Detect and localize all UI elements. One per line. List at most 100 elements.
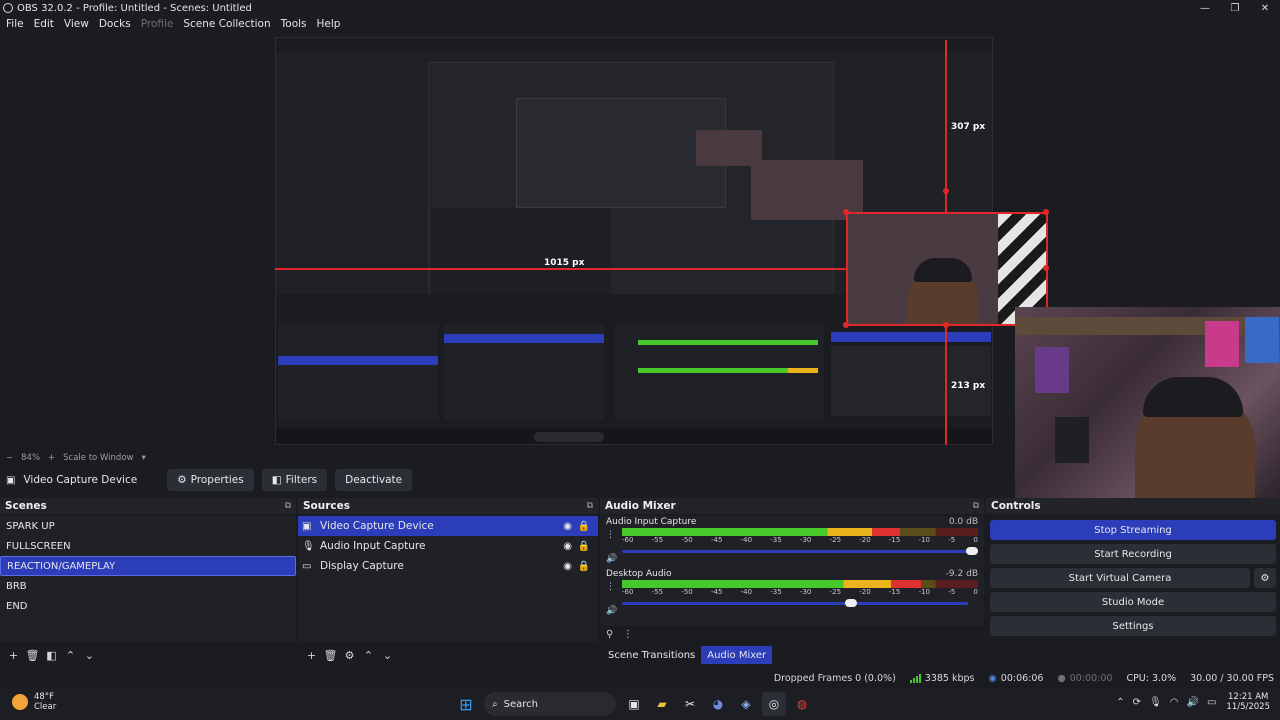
dock-undock-icon[interactable]: ⧉ bbox=[587, 501, 593, 511]
start-recording-button[interactable]: Start Recording bbox=[990, 544, 1276, 564]
taskbar-clock[interactable]: 12:21 AM 11/5/2025 bbox=[1226, 692, 1270, 712]
chevron-down-icon[interactable]: ▾ bbox=[141, 453, 145, 463]
speaker-icon[interactable]: 🔊 bbox=[606, 554, 617, 564]
menu-docks[interactable]: Docks bbox=[99, 18, 131, 30]
dock-undock-icon[interactable]: ⧉ bbox=[973, 501, 979, 511]
fps: 30.00 / 30.00 FPS bbox=[1190, 672, 1274, 684]
move-up-icon[interactable]: ⌃ bbox=[359, 649, 378, 662]
tab-scene-transitions[interactable]: Scene Transitions bbox=[602, 646, 701, 664]
menu-view[interactable]: View bbox=[64, 18, 89, 30]
battery-icon[interactable]: ▭ bbox=[1207, 697, 1216, 708]
meter-tick-label: -10 bbox=[918, 536, 930, 544]
meter-tick-label: -25 bbox=[829, 588, 842, 596]
mixer-channel-audio-input: Audio Input Capture 0.0 dB ⋮ -60 -55 -50 -4… bbox=[600, 516, 984, 568]
settings-button[interactable]: Settings bbox=[990, 616, 1276, 636]
mixer-menu-icon[interactable]: ⋮ bbox=[623, 629, 633, 640]
close-button[interactable]: ✕ bbox=[1250, 0, 1280, 16]
scene-item-fullscreen[interactable]: FULLSCREEN bbox=[0, 536, 296, 556]
volume-tray-icon[interactable]: 🔊 bbox=[1187, 697, 1199, 708]
move-down-icon[interactable]: ⌄ bbox=[80, 649, 99, 662]
scene-item-reaction-gameplay[interactable]: REACTION/GAMEPLAY bbox=[0, 556, 296, 576]
start-virtual-camera-button[interactable]: Start Virtual Camera bbox=[990, 568, 1250, 588]
remove-source-icon[interactable]: 🗑 bbox=[321, 649, 340, 662]
meter-tick-label: -30 bbox=[799, 588, 812, 596]
zoom-out-icon[interactable]: − bbox=[6, 453, 13, 463]
zoom-in-icon[interactable]: + bbox=[48, 453, 55, 463]
menu-help[interactable]: Help bbox=[317, 18, 341, 30]
lock-icon[interactable]: 🔒 bbox=[578, 541, 590, 552]
mixer-title: Audio Mixer bbox=[605, 500, 676, 512]
channel-menu-icon[interactable]: ⋮ bbox=[606, 582, 615, 592]
source-item-video-capture[interactable]: ▣ Video Capture Device ◉ 🔒 bbox=[298, 516, 598, 536]
system-tray: ⌃ ⟳ 🎙 ◠ 🔊 ▭ 12:21 AM 11/5/2025 bbox=[1108, 692, 1270, 712]
stop-streaming-button[interactable]: Stop Streaming bbox=[990, 520, 1276, 540]
source-properties-icon[interactable]: ⚙ bbox=[340, 649, 359, 662]
remove-scene-icon[interactable]: 🗑 bbox=[23, 649, 42, 662]
minimize-button[interactable]: — bbox=[1190, 0, 1220, 16]
scene-filters-icon[interactable]: ◧ bbox=[42, 649, 61, 662]
meter-tick-label: -20 bbox=[859, 588, 871, 596]
tab-audio-mixer[interactable]: Audio Mixer bbox=[701, 646, 773, 664]
chrome-icon[interactable]: ◍ bbox=[790, 692, 814, 716]
bitrate: 3385 kbps bbox=[909, 673, 975, 684]
visibility-eye-icon[interactable]: ◉ bbox=[563, 541, 572, 552]
scene-item-end[interactable]: END bbox=[0, 596, 296, 616]
volume-slider[interactable] bbox=[622, 598, 978, 608]
studio-mode-button[interactable]: Studio Mode bbox=[990, 592, 1276, 612]
width-guide-label: 1015 px bbox=[544, 258, 585, 268]
dropped-frames: Dropped Frames 0 (0.0%) bbox=[773, 672, 896, 684]
meter-tick-label: 0 bbox=[973, 536, 978, 544]
guide-line-vertical-bottom bbox=[945, 325, 947, 445]
menu-file[interactable]: File bbox=[6, 18, 24, 30]
capcut-icon[interactable]: ✂ bbox=[678, 692, 702, 716]
file-explorer-icon[interactable]: ▰ bbox=[650, 692, 674, 716]
lock-icon[interactable]: 🔒 bbox=[578, 521, 590, 532]
weather-widget[interactable]: 48°F Clear bbox=[12, 692, 56, 712]
lock-icon[interactable]: 🔒 bbox=[578, 561, 590, 572]
resize-handle-bl bbox=[843, 322, 849, 328]
meter-tick-label: 0 bbox=[973, 588, 978, 596]
taskbar-search[interactable]: ⌕ Search bbox=[484, 692, 616, 716]
add-source-icon[interactable]: + bbox=[302, 649, 321, 662]
properties-button[interactable]: ⚙ Properties bbox=[167, 469, 254, 491]
sync-icon[interactable]: ⟳ bbox=[1133, 697, 1141, 708]
obs-taskbar-icon[interactable]: ◎ bbox=[762, 692, 786, 716]
meter-ticks: -60 -55 -50 -45 -40 -35 -30 -25 -20 -15 -10 -5 0 bbox=[622, 536, 978, 546]
mic-tray-icon[interactable]: 🎙 bbox=[1149, 697, 1162, 708]
filters-button[interactable]: ◧ Filters bbox=[261, 469, 328, 491]
menu-tools[interactable]: Tools bbox=[281, 18, 307, 30]
controls-title: Controls bbox=[991, 500, 1041, 512]
volume-slider[interactable] bbox=[622, 546, 978, 556]
visibility-eye-icon[interactable]: ◉ bbox=[563, 561, 572, 572]
add-scene-icon[interactable]: + bbox=[4, 649, 23, 662]
meter-tick-label: -50 bbox=[681, 588, 693, 596]
speaker-icon[interactable]: 🔊 bbox=[606, 606, 617, 616]
task-view-icon[interactable]: ▣ bbox=[622, 692, 646, 716]
scale-mode-select[interactable]: Scale to Window bbox=[63, 453, 133, 463]
visibility-eye-icon[interactable]: ◉ bbox=[563, 521, 572, 532]
menu-scene-collection[interactable]: Scene Collection bbox=[183, 18, 270, 30]
broadcast-icon: ◉ bbox=[988, 672, 997, 684]
meter-tick-label: -55 bbox=[651, 536, 664, 544]
deactivate-button[interactable]: Deactivate bbox=[335, 469, 413, 491]
move-up-icon[interactable]: ⌃ bbox=[61, 649, 80, 662]
scene-item-spark-up[interactable]: SPARK UP bbox=[0, 516, 296, 536]
source-item-audio-input[interactable]: 🎙 Audio Input Capture ◉ 🔒 bbox=[298, 536, 598, 556]
meter-tick-label: -35 bbox=[770, 588, 782, 596]
menu-profile[interactable]: Profile bbox=[141, 18, 174, 30]
menu-edit[interactable]: Edit bbox=[34, 18, 54, 30]
dock-undock-icon[interactable]: ⧉ bbox=[285, 501, 291, 511]
channel-db: 0.0 dB bbox=[948, 517, 978, 527]
vpn-icon[interactable]: ◈ bbox=[734, 692, 758, 716]
tray-overflow-icon[interactable]: ⌃ bbox=[1116, 697, 1124, 708]
source-item-display-capture[interactable]: ▭ Display Capture ◉ 🔒 bbox=[298, 556, 598, 576]
move-down-icon[interactable]: ⌄ bbox=[378, 649, 397, 662]
virtual-camera-settings-gear-icon[interactable]: ⚙ bbox=[1254, 568, 1276, 588]
channel-menu-icon[interactable]: ⋮ bbox=[606, 530, 615, 540]
maximize-button[interactable]: ❐ bbox=[1220, 0, 1250, 16]
link-icon[interactable]: ⚲ bbox=[606, 629, 613, 640]
discord-icon[interactable]: ◕ bbox=[706, 692, 730, 716]
scene-item-brb[interactable]: BRB bbox=[0, 576, 296, 596]
windows-start-icon[interactable]: ⊞ bbox=[454, 692, 478, 716]
wifi-icon[interactable]: ◠ bbox=[1170, 697, 1179, 708]
